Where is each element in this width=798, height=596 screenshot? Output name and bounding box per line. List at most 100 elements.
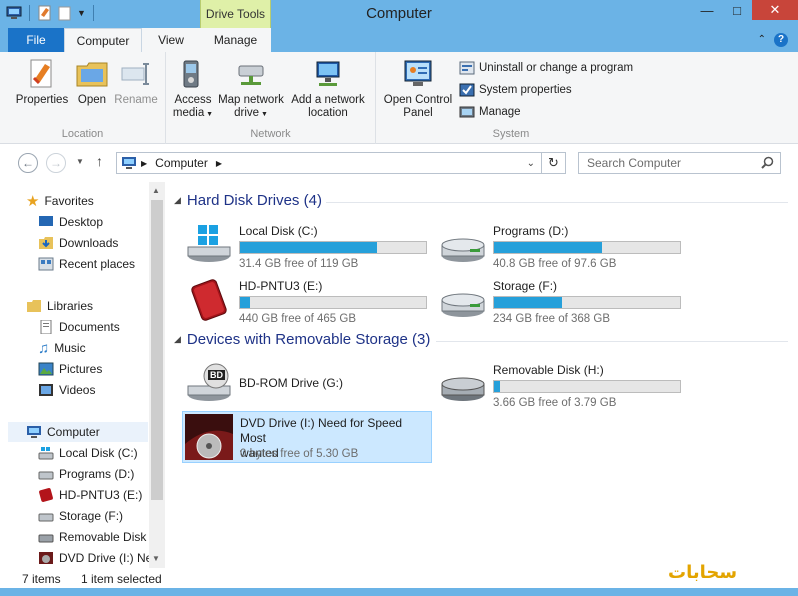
nav-downloads[interactable]: Downloads [38,233,118,253]
map-network-drive-button[interactable]: Map network drive ▼ [216,58,286,121]
scroll-up-icon[interactable]: ▲ [152,186,160,195]
nav-dvd-drive-i[interactable]: DVD Drive (I:) Ne [38,548,152,568]
access-media-button[interactable]: Access media ▼ [170,58,216,121]
nav-favorites[interactable]: ★ Favorites [26,191,94,211]
address-bar[interactable]: ▶ Computer ▶ ⌄ [116,152,542,174]
close-icon[interactable]: ✕ [752,0,798,20]
scroll-down-icon[interactable]: ▼ [152,554,160,563]
nav-videos[interactable]: Videos [38,380,95,400]
nav-desktop-label: Desktop [59,215,104,229]
forward-icon[interactable]: → [46,153,66,173]
drive-tile-i[interactable]: DVD Drive (I:) Need for Speed Most wante… [182,411,432,463]
tab-computer[interactable]: Computer [64,28,142,52]
nav-local-disk-c[interactable]: Local Disk (C:) [38,443,138,463]
nav-recent-places-label: Recent places [59,257,136,271]
network-group-label: Network [250,128,291,140]
drive-h-usage-fill [494,381,501,392]
address-row: ← → ▼ ↑ ▶ Computer ▶ ⌄ ↻ Search Computer [0,144,798,182]
drive-i-name-line-1: DVD Drive (I:) Need for Speed Most [240,416,403,445]
hdd-section-header[interactable]: ◢ Hard Disk Drives (4) [174,192,322,209]
dvd-game-icon [185,414,233,460]
media-device-icon [176,58,210,90]
section-divider [326,202,788,203]
drive-e-name: HD-PNTU3 (E:) [239,279,323,293]
address-dropdown-icon[interactable]: ⌄ [527,158,535,169]
drive-tile-e[interactable]: HD-PNTU3 (E:) 440 GB free of 465 GB [182,274,432,328]
nav-hd-pntu3-e[interactable]: HD-PNTU3 (E:) [38,485,142,505]
search-input[interactable]: Search Computer [578,152,781,174]
tab-file[interactable]: File [8,28,64,52]
dropdown-arrow-icon: ▼ [204,111,214,118]
content-area: ◢ Hard Disk Drives (4) Local Disk (C:) 3… [166,182,798,568]
nav-libraries[interactable]: Libraries [26,296,93,316]
back-icon[interactable]: ← [18,153,38,173]
manage-button[interactable]: Manage [459,104,521,120]
hard-drive-icon [38,513,54,522]
navigation-pane: ★ Favorites Desktop Downloads Recent pla… [8,182,165,568]
nav-scrollbar[interactable]: ▲ ▼ [149,182,165,568]
tab-view[interactable]: View [142,28,200,52]
nav-recent-places[interactable]: Recent places [38,254,135,274]
computer-icon [27,426,41,438]
nav-documents[interactable]: Documents [38,317,120,337]
star-icon: ★ [26,193,40,210]
manage-icon [459,104,475,120]
rename-icon [119,58,153,90]
nav-music[interactable]: ♫ Music [38,338,86,358]
drive-g-name: BD-ROM Drive (G:) [239,376,343,390]
breadcrumb-separator-icon[interactable]: ▶ [141,159,147,168]
dropdown-arrow-icon: ▼ [259,111,268,118]
location-group-label: Location [61,128,104,140]
help-icon[interactable]: ? [774,33,788,47]
drive-tile-h[interactable]: Removable Disk (H:) 3.66 GB free of 3.79… [436,358,686,412]
nav-desktop[interactable]: Desktop [38,212,103,232]
system-properties-button[interactable]: System properties [459,82,572,98]
collapse-triangle-icon[interactable]: ◢ [174,195,181,206]
removable-drive-icon [38,534,54,543]
uninstall-program-button[interactable]: Uninstall or change a program [459,60,633,76]
minimize-icon[interactable]: — [692,0,722,20]
rename-button[interactable]: Rename [114,58,158,107]
nav-pictures-label: Pictures [59,362,103,376]
open-control-panel-button[interactable]: Open Control Panel [380,58,456,120]
nav-storage-f[interactable]: Storage (F:) [38,506,123,526]
collapse-triangle-icon[interactable]: ◢ [174,334,181,345]
add-network-location-button[interactable]: Add a network location [288,58,368,120]
nav-computer[interactable]: Computer [8,422,148,442]
nav-pictures[interactable]: Pictures [38,359,102,379]
drive-tile-d[interactable]: Programs (D:) 40.8 GB free of 97.6 GB [436,219,686,273]
network-location-icon [311,58,345,90]
drive-tile-c[interactable]: Local Disk (C:) 31.4 GB free of 119 GB [182,219,432,273]
maximize-icon[interactable]: □ [722,0,752,20]
up-icon[interactable]: ↑ [96,153,103,169]
nav-programs-d[interactable]: Programs (D:) [38,464,134,484]
breadcrumb-separator-icon[interactable]: ▶ [216,159,222,168]
documents-icon [40,320,52,334]
nav-libraries-label: Libraries [47,299,94,313]
properties-button[interactable]: Properties [10,58,74,107]
recent-locations-dropdown-icon[interactable]: ▼ [76,157,84,166]
removable-section-title: Devices with Removable Storage (3) [186,331,431,348]
drive-tile-g[interactable]: BD BD-ROM Drive (G:) [182,358,432,412]
title-bar: ▼ Drive Tools Computer — □ ✕ [0,0,798,28]
properties-label: Properties [15,94,69,106]
drive-f-usage-fill [494,297,562,308]
control-panel-icon [401,58,435,90]
removable-section-header[interactable]: ◢ Devices with Removable Storage (3) [174,331,430,348]
open-button[interactable]: Open [72,58,112,107]
nav-removable-disk-h[interactable]: Removable Disk ( [38,527,154,547]
drive-tile-f[interactable]: Storage (F:) 234 GB free of 368 GB [436,274,686,328]
refresh-icon[interactable]: ↻ [542,152,566,174]
scroll-thumb[interactable] [151,200,163,500]
breadcrumb-computer[interactable]: Computer [155,156,208,170]
ribbon-tab-bar: File Computer View Manage ⌃ ? [0,28,798,52]
collapse-ribbon-icon[interactable]: ⌃ [758,34,766,45]
ribbon-group-system: Open Control Panel Uninstall or change a… [376,52,646,144]
tab-manage[interactable]: Manage [200,28,271,52]
control-panel-label-1: Open Control [383,94,453,106]
drive-h-name: Removable Disk (H:) [493,363,604,377]
ribbon-group-location: Properties Open Rename Location [0,52,166,144]
nav-favorites-label: Favorites [44,194,94,208]
drive-h-free: 3.66 GB free of 3.79 GB [493,397,617,409]
search-icon[interactable] [761,156,774,169]
